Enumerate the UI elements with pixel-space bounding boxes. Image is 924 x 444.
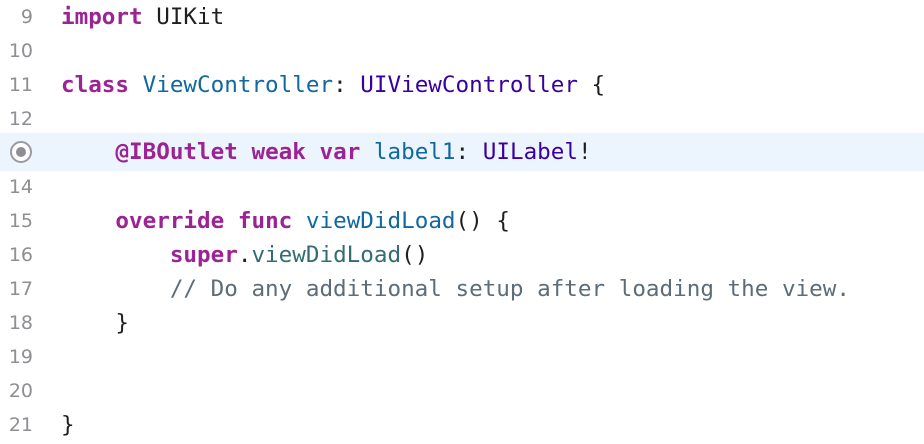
code-line[interactable]: 9 import UIKit: [0, 0, 924, 34]
code-line[interactable]: 20: [0, 374, 924, 408]
code-line[interactable]: 12: [0, 102, 924, 136]
code-text[interactable]: class ViewController: UIViewController {: [61, 68, 605, 102]
line-number: 11: [8, 74, 33, 96]
code-line[interactable]: 18 }: [0, 306, 924, 340]
code-line[interactable]: 11 class ViewController: UIViewControlle…: [0, 68, 924, 102]
code-text[interactable]: }: [61, 408, 75, 442]
keyword: weak: [251, 139, 306, 165]
line-number: 16: [8, 244, 33, 266]
punctuation: .: [237, 242, 252, 268]
attribute: @IBOutlet: [115, 139, 238, 165]
line-number: 15: [8, 210, 33, 232]
code-line[interactable]: 10: [0, 34, 924, 68]
punctuation: }: [115, 310, 130, 336]
type-name: UIViewController: [360, 72, 578, 98]
punctuation: !: [577, 139, 592, 165]
code-line[interactable]: 19: [0, 340, 924, 374]
method-call: viewDidLoad: [251, 242, 402, 268]
keyword: override: [115, 208, 225, 234]
keyword: class: [61, 72, 130, 98]
line-number: 20: [8, 380, 33, 402]
punctuation: (): [401, 242, 429, 268]
code-line-highlighted[interactable]: @IBOutlet weak var label1: UILabel!: [0, 133, 924, 171]
punctuation: () {: [455, 208, 510, 234]
code-line[interactable]: 15 override func viewDidLoad() {: [0, 204, 924, 238]
line-number: 12: [8, 108, 33, 130]
line-number: 17: [8, 278, 33, 300]
code-text[interactable]: override func viewDidLoad() {: [61, 204, 510, 238]
code-text[interactable]: super.viewDidLoad(): [61, 238, 428, 272]
code-editor[interactable]: 9 import UIKit 10 11 class ViewControlle…: [0, 0, 924, 444]
line-number: 21: [8, 414, 33, 436]
punctuation: {: [577, 72, 606, 98]
keyword: var: [319, 139, 361, 165]
line-number: 19: [8, 346, 33, 368]
outlet-connection-icon[interactable]: [10, 141, 32, 163]
punctuation: :: [333, 72, 361, 98]
property-name: label1: [373, 139, 456, 165]
punctuation: }: [61, 412, 75, 438]
code-line[interactable]: 21 }: [0, 408, 924, 442]
code-line[interactable]: 16 super.viewDidLoad(): [0, 238, 924, 272]
line-number: 10: [8, 40, 33, 62]
comment: // Do any additional setup after loading…: [169, 276, 850, 302]
code-text[interactable]: import UIKit: [61, 0, 224, 34]
code-text[interactable]: @IBOutlet weak var label1: UILabel!: [61, 133, 592, 171]
identifier: UIKit: [142, 4, 225, 30]
code-line[interactable]: 14: [0, 170, 924, 204]
line-number: 14: [8, 176, 33, 198]
keyword: import: [61, 4, 143, 30]
keyword: func: [237, 208, 293, 234]
line-number: 9: [20, 6, 33, 28]
code-text[interactable]: }: [61, 306, 129, 340]
keyword: super: [169, 242, 238, 268]
code-text[interactable]: // Do any additional setup after loading…: [61, 272, 850, 306]
code-line[interactable]: 17 // Do any additional setup after load…: [0, 272, 924, 306]
punctuation: :: [455, 139, 483, 165]
class-name: ViewController: [142, 72, 334, 98]
function-name: viewDidLoad: [305, 208, 456, 234]
line-number: 18: [8, 312, 33, 334]
type-name: UILabel: [482, 139, 578, 165]
